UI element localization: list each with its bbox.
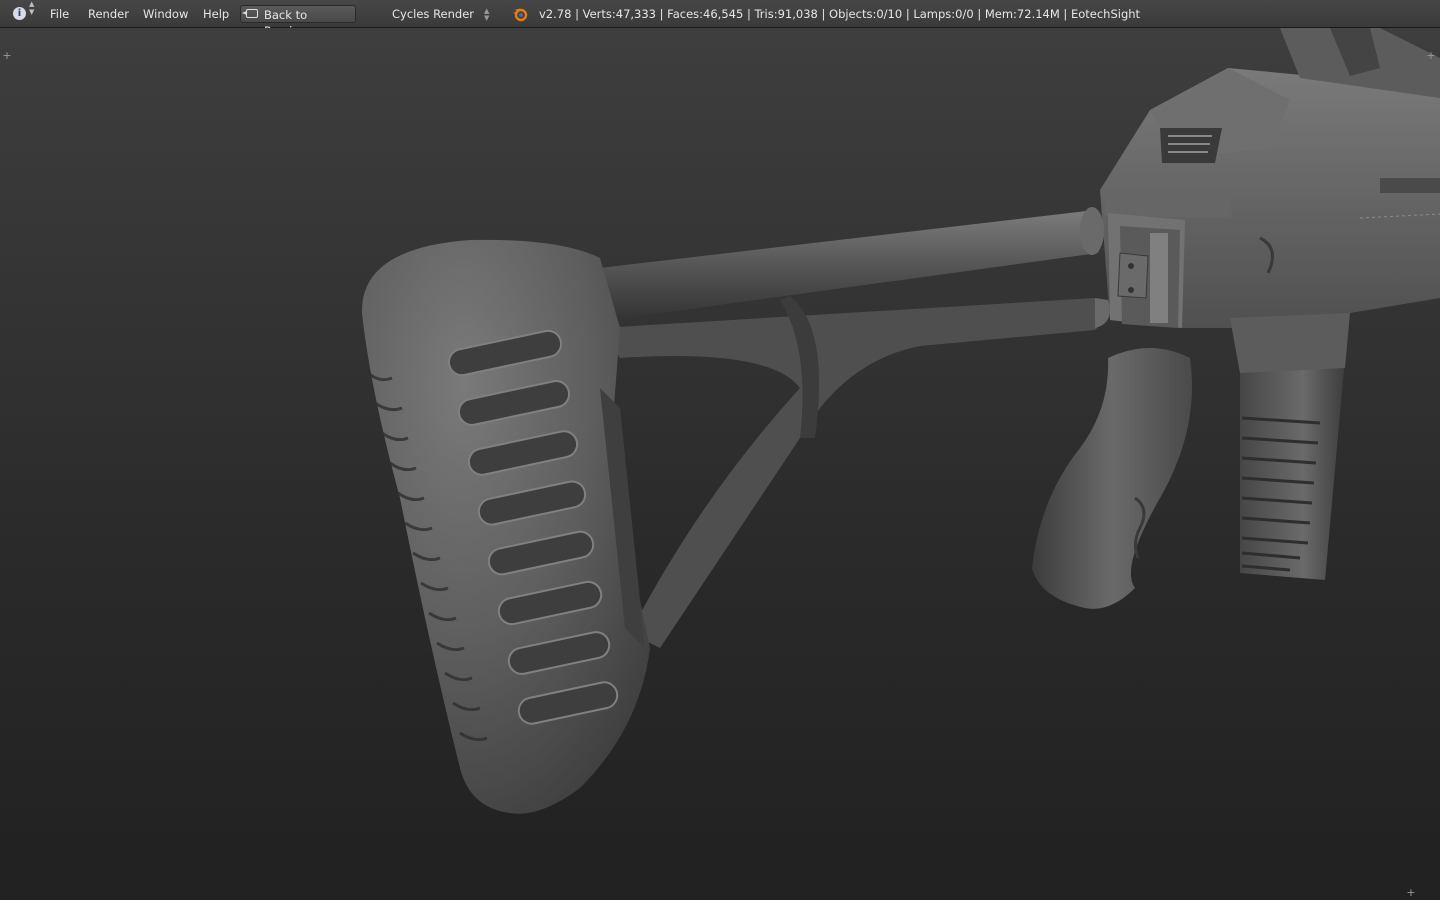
info-icon: i <box>13 7 26 20</box>
back-to-previous-button[interactable]: Back to Previous <box>240 5 356 38</box>
render-engine-select[interactable]: Cycles Render ▲ ▼ <box>372 0 496 28</box>
back-icon <box>242 9 258 18</box>
menu-file[interactable]: File <box>50 0 69 28</box>
plus-icon[interactable]: + <box>2 50 12 61</box>
plus-icon[interactable]: + <box>1406 887 1416 898</box>
info-header: i ▲▼ File Render Window Help Back to Pre… <box>0 0 1440 38</box>
gun-stock-model <box>361 28 1440 814</box>
render-engine-value: Cycles Render <box>392 7 475 21</box>
3d-viewport[interactable]: + + + <box>0 28 1440 900</box>
menu-render[interactable]: Render <box>88 0 129 28</box>
editor-type-selector[interactable]: i ▲ ▼ <box>10 0 38 28</box>
chevron-up-down-icon: ▲ ▼ <box>29 0 35 16</box>
blender-logo-icon <box>512 6 530 22</box>
plus-icon[interactable]: + <box>1426 50 1436 61</box>
menu-window[interactable]: Window <box>143 0 188 28</box>
scene-statistics: v2.78 | Verts:47,333 | Faces:46,545 | Tr… <box>539 7 1141 21</box>
chevron-up-down-icon: ▲ ▼ <box>484 7 490 22</box>
menu-help[interactable]: Help <box>203 0 229 28</box>
